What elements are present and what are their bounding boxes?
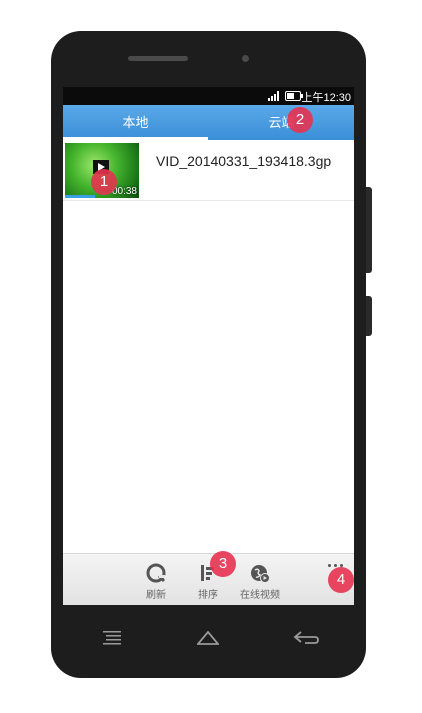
tab-local[interactable]: 本地: [63, 105, 208, 140]
status-bar: 上午12:30: [63, 87, 354, 105]
screen: 上午12:30 本地 云端 00:38 VID_20140331_193418.…: [63, 87, 354, 605]
sort-label: 排序: [198, 590, 218, 601]
video-duration: 00:38: [111, 186, 137, 197]
battery-icon: [285, 91, 303, 101]
menu-key[interactable]: [103, 629, 121, 649]
menu-icon: [103, 631, 121, 645]
bottom-toolbar: 刷新 排序 在线视频: [63, 553, 354, 605]
tab-local-label: 本地: [122, 115, 149, 130]
power-button: [366, 296, 372, 336]
video-filename: VID_20140331_193418.3gp: [156, 153, 332, 169]
volume-button: [366, 187, 372, 273]
home-icon: [196, 630, 220, 645]
annotation-badge-4: 4: [328, 567, 354, 593]
refresh-icon: [146, 563, 166, 583]
status-time: 上午12:30: [301, 92, 351, 104]
home-key[interactable]: [196, 629, 220, 649]
annotation-badge-3: 3: [210, 551, 236, 577]
earpiece-speaker: [128, 56, 188, 61]
front-camera: [242, 55, 249, 62]
signal-icon: [268, 91, 282, 101]
globe-icon: [251, 565, 270, 583]
annotation-badge-1: 1: [91, 169, 117, 195]
online-video-button[interactable]: 在线视频: [230, 560, 290, 602]
thumbnail-progress-bar: [65, 195, 95, 198]
back-icon: [293, 631, 319, 644]
back-key[interactable]: [293, 629, 319, 649]
tab-cloud[interactable]: 云端: [209, 105, 354, 140]
refresh-label: 刷新: [146, 590, 166, 601]
online-video-label: 在线视频: [240, 590, 280, 601]
annotation-badge-2: 2: [287, 107, 313, 133]
refresh-button[interactable]: 刷新: [126, 560, 186, 602]
